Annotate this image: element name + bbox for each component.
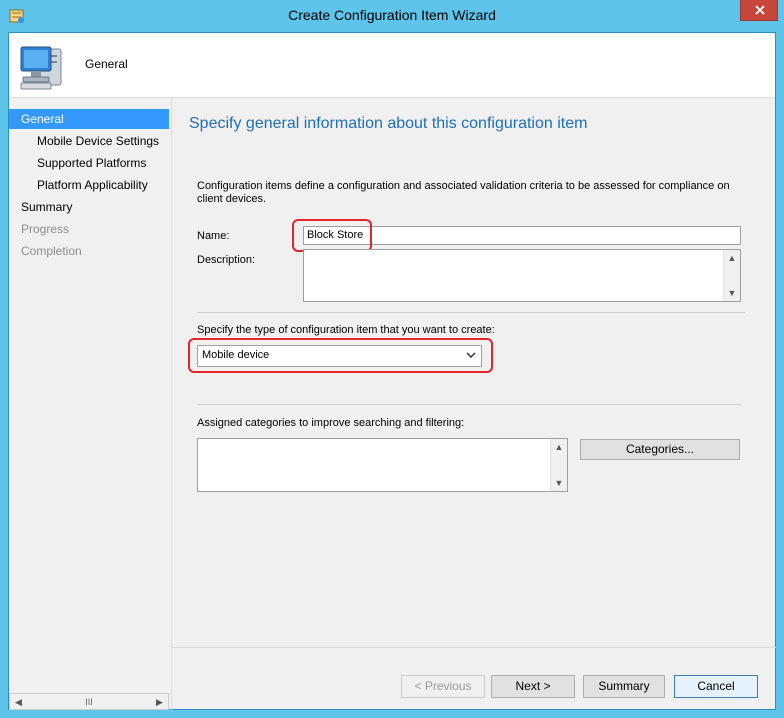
name-highlight [292,219,372,252]
type-label: Specify the type of configuration item t… [197,324,495,336]
cancel-button[interactable]: Cancel [674,675,758,698]
nav-item-progress: Progress [21,222,70,236]
next-button[interactable]: Next > [491,675,575,698]
nav-horizontal-scrollbar[interactable]: ◀ III ▶ [9,693,169,710]
nav-item-general[interactable]: General [9,109,169,129]
scroll-down-icon[interactable]: ▼ [724,285,740,301]
wizard-nav: General Mobile Device Settings Supported… [9,109,169,710]
close-button[interactable] [740,0,778,21]
computer-icon [20,46,62,90]
footer-divider [172,647,776,648]
close-icon [755,5,765,15]
categories-scrollbar[interactable]: ▲ ▼ [550,439,567,491]
wizard-window: Create Configuration Item Wizard General… [0,0,784,718]
window-title: Create Configuration Item Wizard [288,7,496,23]
scroll-up-icon[interactable]: ▲ [724,250,740,266]
scroll-left-icon[interactable]: ◀ [11,695,26,709]
nav-item-mobile-device-settings[interactable]: Mobile Device Settings [9,131,169,151]
page-heading: Specify general information about this c… [189,115,588,132]
wizard-header: General [9,33,775,98]
section-separator-2 [197,404,741,405]
categories-list[interactable]: ▲ ▼ [197,438,568,492]
header-title: General [85,57,128,71]
nav-item-completion: Completion [21,244,82,258]
categories-button[interactable]: Categories... [580,439,740,460]
nav-item-supported-platforms[interactable]: Supported Platforms [9,153,169,173]
nav-item-summary[interactable]: Summary [9,197,169,217]
title-bar[interactable]: Create Configuration Item Wizard [0,0,784,32]
scroll-up-icon[interactable]: ▲ [551,439,567,455]
nav-item-platform-applicability[interactable]: Platform Applicability [9,175,169,195]
wizard-client-area: General General Mobile Device Settings S… [8,32,776,711]
nav-divider [171,99,172,711]
summary-button[interactable]: Summary [583,675,665,698]
categories-label: Assigned categories to improve searching… [197,417,465,429]
name-label: Name: [197,230,230,242]
description-input[interactable]: ▲ ▼ [303,249,741,302]
intro-text: Configuration items define a configurati… [197,180,730,205]
scroll-down-icon[interactable]: ▼ [551,475,567,491]
description-label: Description: [197,254,256,266]
section-separator [197,312,745,313]
type-highlight [188,338,493,373]
scroll-thumb[interactable]: III [82,696,96,708]
scroll-right-icon[interactable]: ▶ [152,695,167,709]
description-scrollbar[interactable]: ▲ ▼ [723,250,740,301]
previous-button[interactable]: < Previous [401,675,485,698]
